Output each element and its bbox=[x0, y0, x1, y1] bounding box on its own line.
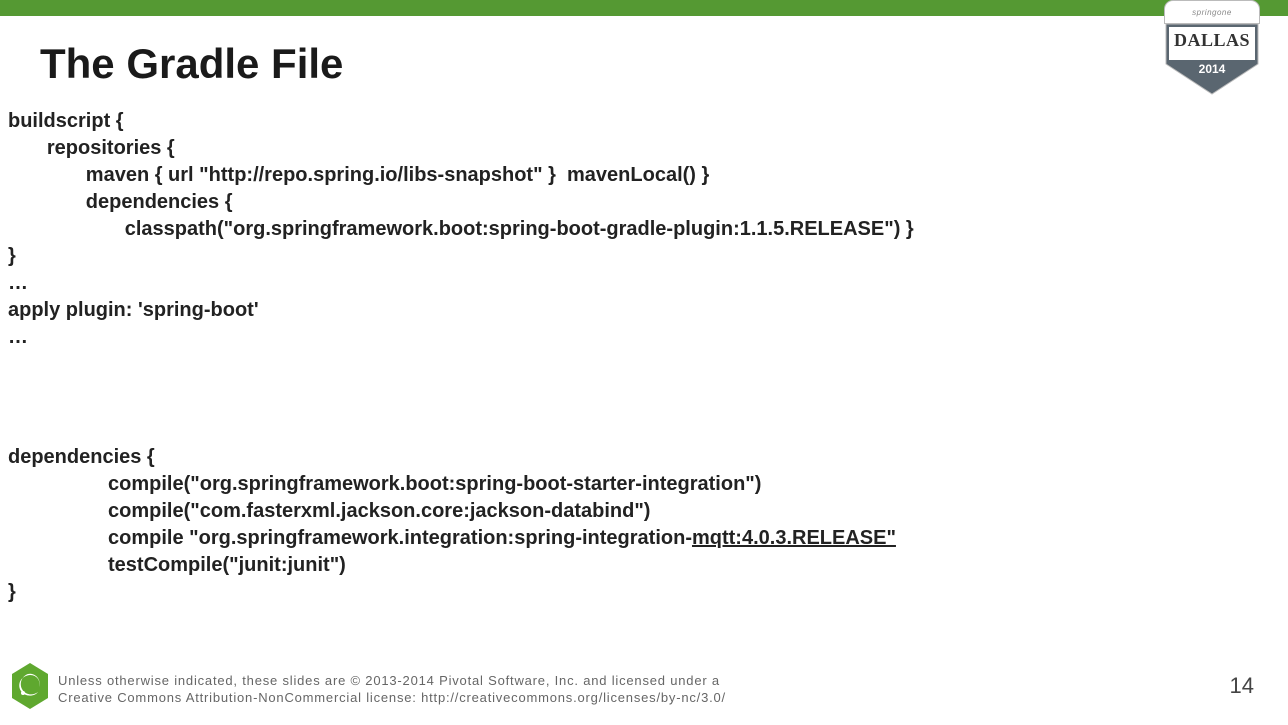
copyright-line-1: Unless otherwise indicated, these slides… bbox=[58, 673, 726, 690]
slide-title: The Gradle File bbox=[40, 40, 343, 88]
badge-city: DALLAS bbox=[1164, 30, 1260, 51]
copyright-text: Unless otherwise indicated, these slides… bbox=[58, 673, 726, 707]
badge-ribbon: DALLAS 2014 bbox=[1164, 24, 1260, 98]
badge-brand: springone bbox=[1164, 0, 1260, 24]
page-number: 14 bbox=[1230, 673, 1254, 699]
code-block-dependencies: dependencies { compile("org.springframew… bbox=[8, 444, 896, 606]
copyright-line-2: Creative Commons Attribution-NonCommerci… bbox=[58, 690, 726, 707]
code-deps-underlined: mqtt:4.0.3.RELEASE" bbox=[692, 527, 896, 549]
code-deps-prefix: dependencies { compile("org.springframew… bbox=[8, 446, 761, 549]
conference-badge: springone DALLAS 2014 bbox=[1164, 0, 1260, 102]
top-accent-bar bbox=[0, 0, 1288, 16]
code-block-buildscript: buildscript { repositories { maven { url… bbox=[8, 108, 914, 351]
spring-logo-icon bbox=[8, 661, 52, 711]
badge-year: 2014 bbox=[1164, 62, 1260, 76]
code-deps-suffix: testCompile("junit:junit") } bbox=[8, 554, 346, 603]
